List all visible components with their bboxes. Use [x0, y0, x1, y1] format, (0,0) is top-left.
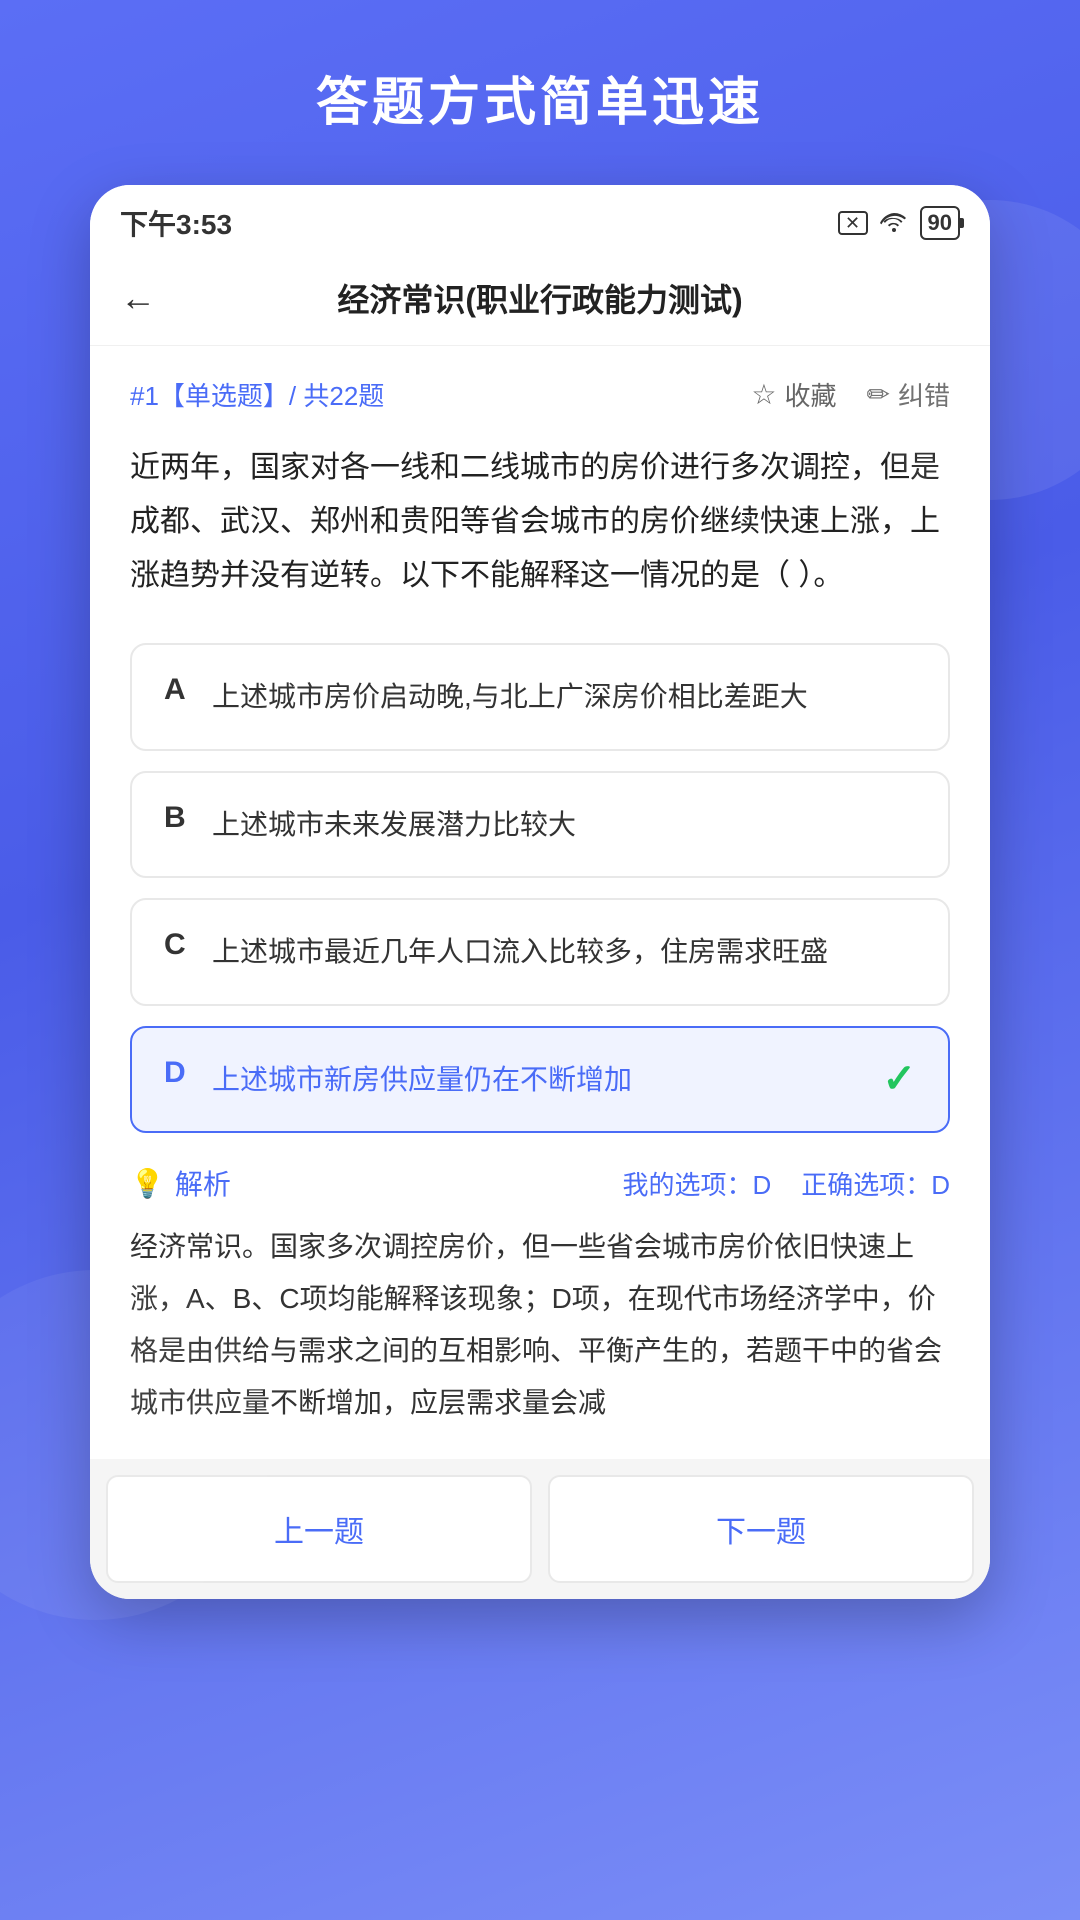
option-d-letter: D — [164, 1056, 188, 1090]
top-nav: ← 经济常识(职业行政能力测试) — [90, 255, 990, 346]
status-time: 下午3:53 — [120, 203, 232, 243]
bottom-nav: 上一题 下一题 — [90, 1459, 990, 1599]
nav-title: 经济常识(职业行政能力测试) — [337, 275, 742, 321]
close-icon: ✕ — [838, 211, 868, 235]
option-c[interactable]: C 上述城市最近几年人口流入比较多，住房需求旺盛 — [130, 898, 950, 1006]
phone-card: 下午3:53 ✕ 90 ← 经济常识(职业行政能力测试) #1【单选题】/ 共2… — [90, 185, 990, 1599]
option-b[interactable]: B 上述城市未来发展潜力比较大 — [130, 771, 950, 879]
option-c-text: 上述城市最近几年人口流入比较多，住房需求旺盛 — [212, 928, 916, 976]
question-header: #1【单选题】/ 共22题 ☆ 收藏 ✏ 纠错 — [130, 376, 950, 413]
option-d-text: 上述城市新房供应量仍在不断增加 — [212, 1056, 862, 1104]
analysis-label: 💡 解析 — [130, 1163, 231, 1203]
content-area: #1【单选题】/ 共22题 ☆ 收藏 ✏ 纠错 近两年，国家对各一线和二线城市的… — [90, 346, 990, 1459]
my-answer: 我的选项：D — [622, 1165, 771, 1202]
correct-button[interactable]: ✏ 纠错 — [867, 376, 950, 413]
analysis-text: 经济常识。国家多次调控房价，但一些省会城市房价依旧快速上涨，A、B、C项均能解释… — [130, 1221, 950, 1428]
question-text: 近两年，国家对各一线和二线城市的房价进行多次调控，但是成都、武汉、郑州和贵阳等省… — [130, 441, 950, 603]
option-a[interactable]: A 上述城市房价启动晚,与北上广深房价相比差距大 — [130, 643, 950, 751]
question-label: #1【单选题】/ 共22题 — [130, 376, 384, 413]
star-icon: ☆ — [751, 378, 776, 411]
option-b-letter: B — [164, 801, 188, 835]
back-button[interactable]: ← — [120, 277, 156, 319]
wifi-icon — [880, 208, 908, 239]
analysis-header: 💡 解析 我的选项：D 正确选项：D — [130, 1163, 950, 1203]
prev-button[interactable]: 上一题 — [106, 1475, 532, 1583]
next-button[interactable]: 下一题 — [548, 1475, 974, 1583]
answer-info: 我的选项：D 正确选项：D — [622, 1165, 950, 1202]
option-b-text: 上述城市未来发展潜力比较大 — [212, 801, 916, 849]
status-bar: 下午3:53 ✕ 90 — [90, 185, 990, 255]
lightbulb-icon: 💡 — [130, 1167, 165, 1200]
option-c-letter: C — [164, 928, 188, 962]
battery-icon: 90 — [920, 206, 960, 240]
status-icons: ✕ 90 — [838, 206, 960, 240]
options-container: A 上述城市房价启动晚,与北上广深房价相比差距大 B 上述城市未来发展潜力比较大… — [130, 643, 950, 1133]
option-d[interactable]: D 上述城市新房供应量仍在不断增加 ✓ — [130, 1026, 950, 1134]
page-title: 答题方式简单迅速 — [0, 0, 1080, 185]
correct-answer: 正确选项：D — [801, 1165, 950, 1202]
correct-checkmark: ✓ — [882, 1056, 916, 1102]
option-a-text: 上述城市房价启动晚,与北上广深房价相比差距大 — [212, 673, 916, 721]
option-a-letter: A — [164, 673, 188, 707]
edit-icon: ✏ — [867, 378, 890, 411]
collect-button[interactable]: ☆ 收藏 — [751, 376, 836, 413]
question-actions: ☆ 收藏 ✏ 纠错 — [751, 376, 950, 413]
